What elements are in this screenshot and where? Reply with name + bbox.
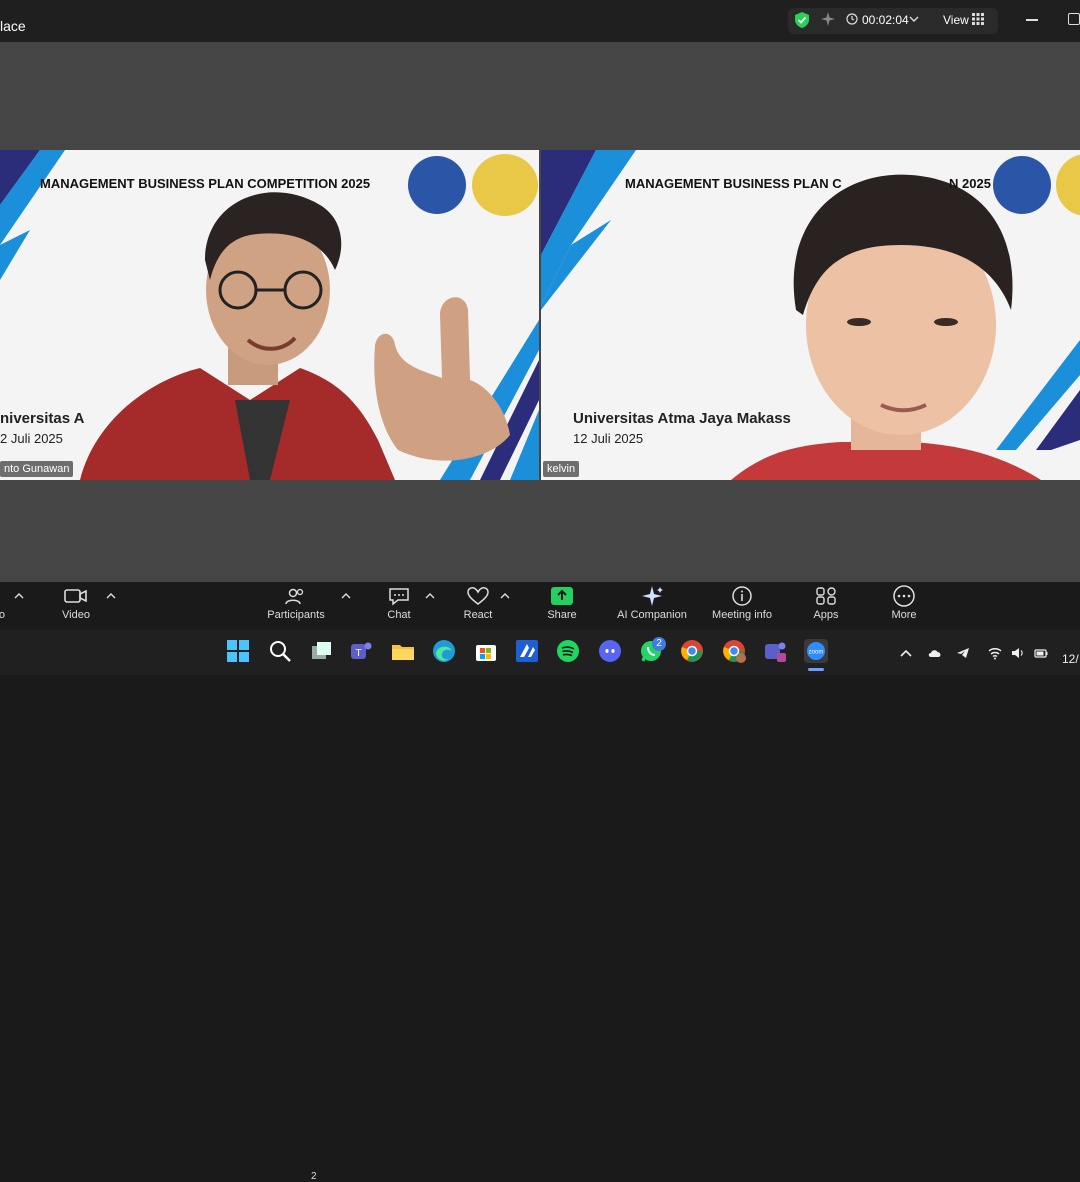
restore-button[interactable] xyxy=(1068,13,1080,25)
chevron-up-icon[interactable] xyxy=(899,646,913,660)
university-logo xyxy=(408,156,466,214)
grid-view-icon[interactable] xyxy=(972,13,984,25)
battery-icon[interactable] xyxy=(1034,646,1048,660)
react-button[interactable]: React xyxy=(438,582,518,630)
chat-icon xyxy=(389,588,409,606)
app-blue-icon[interactable] xyxy=(514,638,540,664)
participants-count: 2 xyxy=(311,1171,317,1182)
windows-start-icon[interactable] xyxy=(225,638,251,664)
edge-browser-icon[interactable] xyxy=(431,638,457,664)
event-date: 2 Juli 2025 xyxy=(0,431,63,446)
event-date: 12 Juli 2025 xyxy=(573,431,644,446)
participant-name-tag: nto Gunawan xyxy=(0,461,74,477)
share-button[interactable]: Share xyxy=(522,582,602,630)
chrome-icon[interactable] xyxy=(679,638,705,664)
whatsapp-notification-badge: 2 xyxy=(652,637,666,651)
association-logo xyxy=(472,154,538,216)
slide-banner-title: MANAGEMENT BUSINESS PLAN COMPETITION 202… xyxy=(40,176,371,191)
system-clock-date[interactable]: 12/ xyxy=(1062,652,1079,666)
university-name: Universitas Atma Jaya Makass xyxy=(573,410,791,427)
minimize-button[interactable] xyxy=(1026,19,1038,21)
apps-icon xyxy=(816,587,836,605)
view-button[interactable]: View xyxy=(943,13,969,27)
slide-banner-title-tail: N 2025 xyxy=(949,176,991,191)
microsoft-store-icon[interactable] xyxy=(473,638,499,664)
svg-text:zoom: zoom xyxy=(809,650,824,656)
video-camera-icon xyxy=(64,589,87,603)
participants-options-caret-icon[interactable] xyxy=(341,592,351,600)
task-view-icon[interactable] xyxy=(308,638,334,664)
search-icon[interactable] xyxy=(267,638,293,664)
react-options-caret-icon[interactable] xyxy=(500,592,510,600)
onedrive-cloud-icon[interactable] xyxy=(928,646,942,660)
share-screen-icon xyxy=(551,587,573,605)
video-options-caret-icon[interactable] xyxy=(106,592,116,600)
video-tile-right[interactable]: MANAGEMENT BUSINESS PLAN C N 2025 Univer… xyxy=(541,150,1080,480)
ai-companion-button[interactable]: AI Companion xyxy=(612,582,692,630)
chat-options-caret-icon[interactable] xyxy=(425,592,435,600)
svg-text:T: T xyxy=(355,648,361,659)
info-icon xyxy=(732,586,752,606)
chevron-down-icon[interactable] xyxy=(909,14,919,24)
more-dots-icon xyxy=(893,585,915,607)
apps-button[interactable]: Apps xyxy=(786,582,866,630)
ai-companion-sparkle-icon xyxy=(642,586,663,606)
audio-options-caret-icon[interactable] xyxy=(14,592,24,600)
windows-taskbar xyxy=(0,630,1080,675)
teams-icon[interactable]: T xyxy=(348,638,374,664)
meeting-info-button[interactable]: Meeting info xyxy=(702,582,782,630)
video-button[interactable]: Video xyxy=(36,582,116,630)
audio-button[interactable]: o xyxy=(0,582,40,630)
spotify-icon[interactable] xyxy=(555,638,581,664)
participants-icon xyxy=(285,588,304,605)
telegram-icon[interactable] xyxy=(956,646,970,660)
volume-icon[interactable] xyxy=(1011,646,1025,660)
chat-button[interactable]: Chat xyxy=(359,582,439,630)
clock-icon xyxy=(846,13,858,25)
meeting-toolbar: o Video Participants 2 Chat React Share … xyxy=(0,582,1080,1182)
window-title: lace xyxy=(0,18,26,34)
chrome-profile-icon[interactable] xyxy=(721,638,747,664)
meeting-timer: 00:02:04 xyxy=(862,13,909,27)
slide-banner-title: MANAGEMENT BUSINESS PLAN C xyxy=(625,176,842,191)
wifi-icon[interactable] xyxy=(988,646,1002,660)
university-logo xyxy=(993,156,1051,214)
teams-work-icon[interactable] xyxy=(762,638,788,664)
active-app-indicator xyxy=(808,668,824,671)
heart-icon xyxy=(467,587,489,605)
zoom-icon[interactable]: zoom xyxy=(803,638,829,664)
file-explorer-icon[interactable] xyxy=(390,638,416,664)
participant-name-tag: kelvin xyxy=(543,461,580,477)
ai-sparkle-icon[interactable] xyxy=(820,11,836,27)
more-button[interactable]: More xyxy=(864,582,944,630)
university-name: niversitas A xyxy=(0,410,85,427)
participants-button[interactable]: Participants xyxy=(256,582,336,630)
shield-icon[interactable] xyxy=(794,11,810,29)
discord-icon[interactable] xyxy=(597,638,623,664)
video-tile-left[interactable]: MANAGEMENT BUSINESS PLAN COMPETITION 202… xyxy=(0,150,539,480)
